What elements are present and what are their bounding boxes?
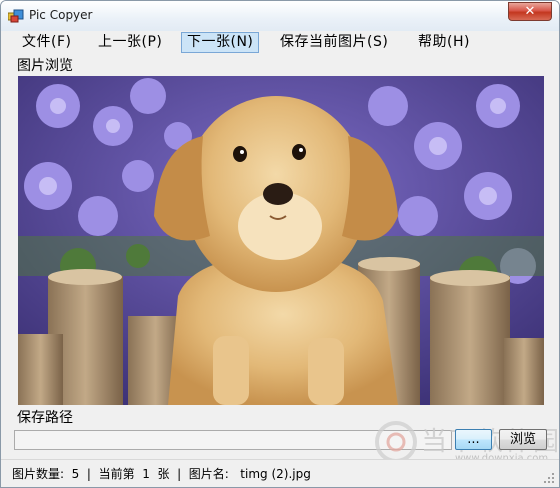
status-text: 图片数量: 5 | 当前第 1 张 | 图片名: timg (2).jpg	[12, 467, 311, 481]
menu-save-current[interactable]: 保存当前图片(S)	[275, 32, 393, 53]
preview-group-label: 图片浏览	[17, 58, 73, 74]
app-window: Pic Copyer ✕ 文件(F) 上一张(P) 下一张(N) 保存当前图片(…	[0, 0, 560, 488]
image-preview	[18, 76, 544, 405]
menu-next[interactable]: 下一张(N)	[181, 32, 260, 53]
pick-folder-button[interactable]: ...	[455, 429, 492, 450]
browse-button[interactable]: 浏览	[499, 429, 547, 450]
title-bar[interactable]: Pic Copyer ✕	[1, 1, 559, 31]
menu-help[interactable]: 帮助(H)	[413, 32, 475, 53]
status-bar: 图片数量: 5 | 当前第 1 张 | 图片名: timg (2).jpg	[1, 459, 559, 487]
save-path-group-label: 保存路径	[17, 410, 73, 426]
app-icon	[8, 9, 24, 23]
puppy-photo	[18, 76, 544, 405]
window-title: Pic Copyer	[29, 8, 93, 22]
menu-prev[interactable]: 上一张(P)	[93, 32, 167, 53]
resize-grip-icon[interactable]	[544, 473, 555, 484]
menu-file[interactable]: 文件(F)	[17, 32, 76, 53]
close-button[interactable]: ✕	[508, 2, 552, 21]
